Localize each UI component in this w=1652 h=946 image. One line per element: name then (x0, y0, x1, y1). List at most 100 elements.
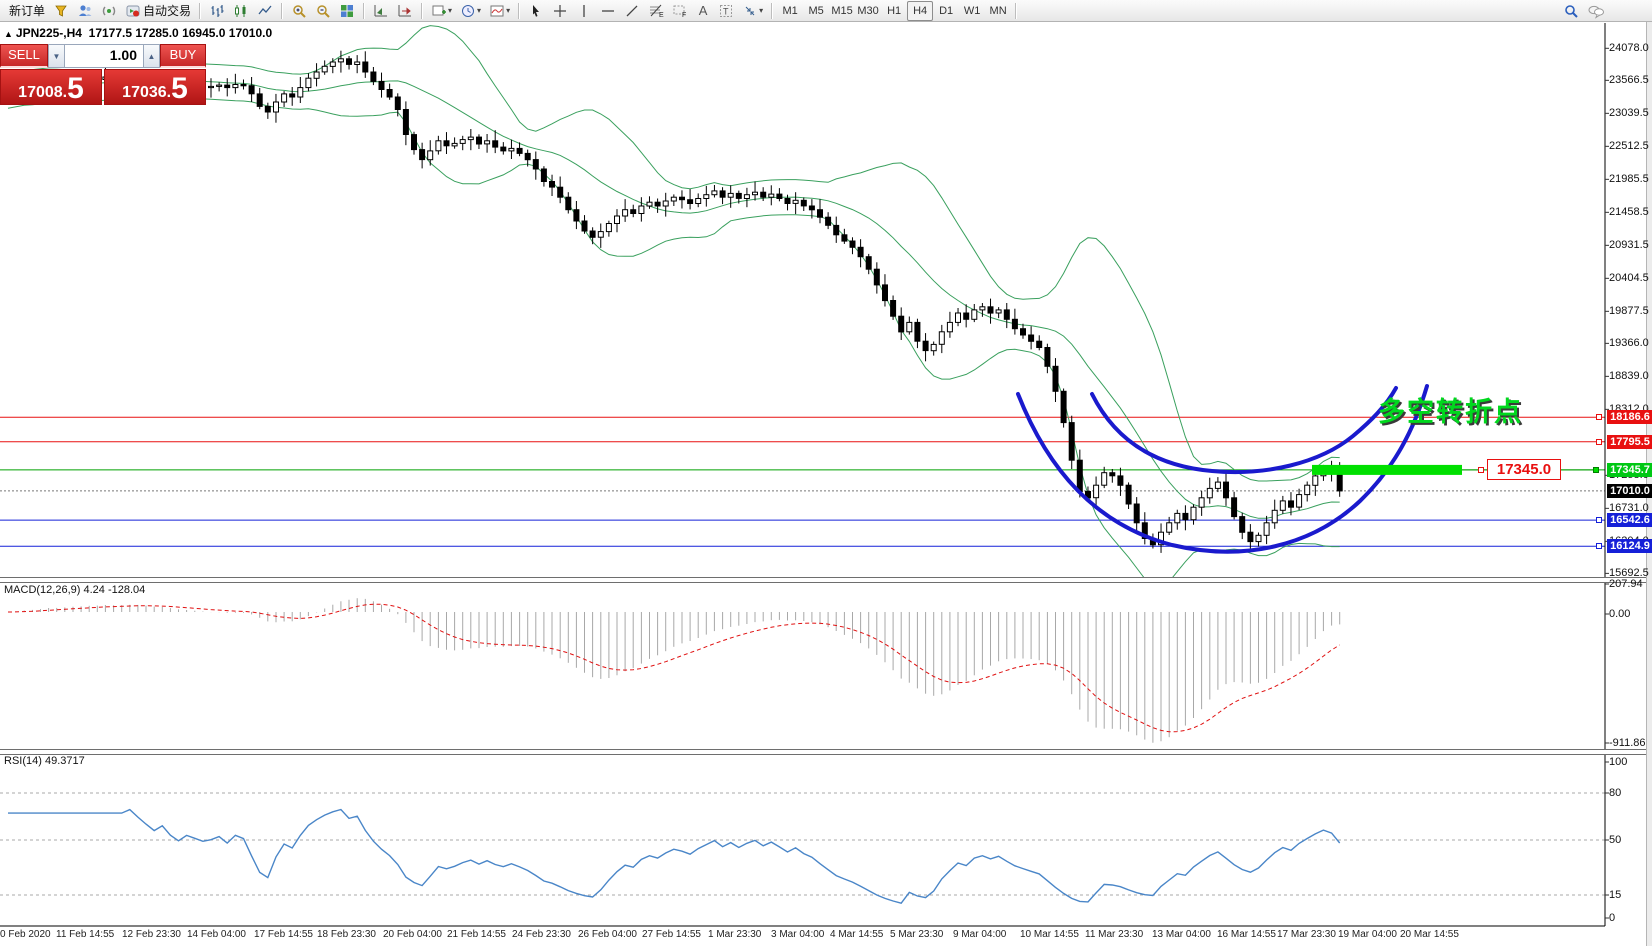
level-line-handle[interactable] (1596, 517, 1602, 523)
zoom-out-icon[interactable] (311, 1, 335, 21)
candle-body (834, 225, 839, 234)
candle-body (1207, 488, 1212, 497)
horizontal-line-tool-icon[interactable] (596, 1, 620, 21)
rsi-line (8, 810, 1340, 904)
sell-price-panel[interactable]: 17008.5 (0, 69, 102, 105)
chart-shift-icon[interactable] (393, 1, 417, 21)
candle-body (785, 199, 790, 204)
macd-panel (8, 598, 1340, 743)
timeframe-m30[interactable]: M30 (855, 1, 881, 21)
line-chart-mode-icon[interactable] (253, 1, 277, 21)
vertical-line-tool-icon[interactable] (572, 1, 596, 21)
zoom-in-icon[interactable] (287, 1, 311, 21)
level-axis-handle[interactable] (1593, 467, 1599, 473)
new-order-button[interactable]: 新订单 (3, 1, 49, 21)
rsi-axis-label: 50 (1609, 834, 1621, 846)
crosshair-tool-icon[interactable] (548, 1, 572, 21)
symbol-info-bar: ▲JPN225-,H4 17177.5 17285.0 16945.0 1701… (4, 26, 272, 40)
level-line-handle[interactable] (1596, 414, 1602, 420)
candle-body (891, 301, 896, 317)
bar-chart-mode-icon[interactable] (205, 1, 229, 21)
price-tag-17795.5: 17795.5 (1607, 435, 1652, 449)
buy-button[interactable]: BUY (160, 44, 206, 68)
candle-body (558, 187, 563, 197)
price-tag-16124.9: 16124.9 (1607, 539, 1652, 553)
candle-body (1280, 501, 1285, 510)
timeframe-h4[interactable]: H4 (907, 1, 933, 21)
price-tag-16542.6: 16542.6 (1607, 513, 1652, 527)
price-tag-17345.7: 17345.7 (1607, 463, 1652, 477)
macd-axis-label: 207.94 (1609, 578, 1643, 590)
candle-body (403, 110, 408, 135)
price-callout-box[interactable]: 17345.0 (1487, 459, 1561, 480)
timeframe-m15[interactable]: M15 (829, 1, 855, 21)
volume-input[interactable]: 1.00 (65, 44, 143, 68)
sell-button[interactable]: SELL (0, 44, 48, 68)
data-window-icon[interactable] (73, 1, 97, 21)
chat-icon[interactable] (1583, 1, 1609, 21)
fibo-expansion-tool-icon[interactable]: F (668, 1, 692, 21)
symbol-ohlc: 17177.5 17285.0 16945.0 17010.0 (89, 26, 273, 40)
candle-body (1305, 485, 1310, 494)
candle-body (306, 78, 311, 87)
arrows-tool-button[interactable]: ▾ (738, 1, 767, 21)
highlight-level-bar[interactable] (1312, 465, 1462, 475)
templates-button[interactable]: ▾ (485, 1, 514, 21)
level-line-handle[interactable] (1596, 439, 1602, 445)
timeframe-m5[interactable]: M5 (803, 1, 829, 21)
market-watch-icon[interactable] (49, 1, 73, 21)
candle-body (842, 235, 847, 241)
candle-body (801, 200, 806, 206)
trendline-tool-icon[interactable] (620, 1, 644, 21)
volume-decrease-button[interactable]: ▼ (48, 44, 65, 68)
turning-point-annotation[interactable]: 多空转折点 (1260, 390, 1523, 429)
strategy-navigator-icon[interactable] (97, 1, 121, 21)
timeframe-m1[interactable]: M1 (777, 1, 803, 21)
sell-price-main: 17008 (18, 84, 63, 102)
candle-body (525, 153, 530, 159)
periods-button[interactable]: ▾ (456, 1, 485, 21)
macd-panel-separator[interactable] (0, 577, 1652, 583)
main-chart-panel (0, 26, 1605, 588)
timeframe-h1[interactable]: H1 (881, 1, 907, 21)
new-chart-button[interactable]: ▾ (427, 1, 456, 21)
fibonacci-tool-icon[interactable]: E (644, 1, 668, 21)
timeframe-w1[interactable]: W1 (959, 1, 985, 21)
level-lines[interactable] (0, 417, 1605, 546)
chart-canvas[interactable] (0, 0, 1652, 946)
candle-body (793, 200, 798, 203)
search-icon[interactable] (1559, 1, 1583, 21)
text-label-tool-icon[interactable]: T (714, 1, 738, 21)
text-tool-icon[interactable]: A (692, 1, 714, 21)
macd-name: MACD(12,26,9) (4, 584, 80, 596)
time-axis-label: 24 Feb 23:30 (512, 929, 571, 940)
symbol-arrow-icon: ▲ (4, 29, 13, 39)
auto-scroll-icon[interactable] (369, 1, 393, 21)
callout-left-handle[interactable] (1478, 467, 1484, 473)
level-line-handle[interactable] (1596, 543, 1602, 549)
auto-trading-button[interactable]: 自动交易 (121, 1, 195, 21)
cursor-tool-icon[interactable] (524, 1, 548, 21)
candle-body (1337, 473, 1342, 491)
candle-body (1037, 341, 1042, 347)
rsi-panel-separator[interactable] (0, 749, 1652, 755)
timeframe-d1[interactable]: D1 (933, 1, 959, 21)
price-axis-label: 16731.0 (1609, 502, 1649, 514)
candle-body (274, 102, 279, 112)
tile-windows-icon[interactable] (335, 1, 359, 21)
candle-body (590, 231, 595, 237)
candlestick-mode-icon[interactable] (229, 1, 253, 21)
candle-body (639, 206, 644, 214)
time-axis-label: 21 Feb 14:55 (447, 929, 506, 940)
candle-body (249, 86, 254, 94)
candle-body (907, 322, 912, 331)
candle-body (233, 85, 238, 88)
candle-body (355, 62, 360, 65)
candle-body (1297, 495, 1302, 508)
timeframe-mn[interactable]: MN (985, 1, 1011, 21)
candle-body (574, 210, 579, 221)
volume-increase-button[interactable]: ▲ (143, 44, 160, 68)
buy-price-panel[interactable]: 17036.5 (104, 69, 206, 105)
candle-body (550, 182, 555, 188)
candle-body (1240, 517, 1245, 533)
